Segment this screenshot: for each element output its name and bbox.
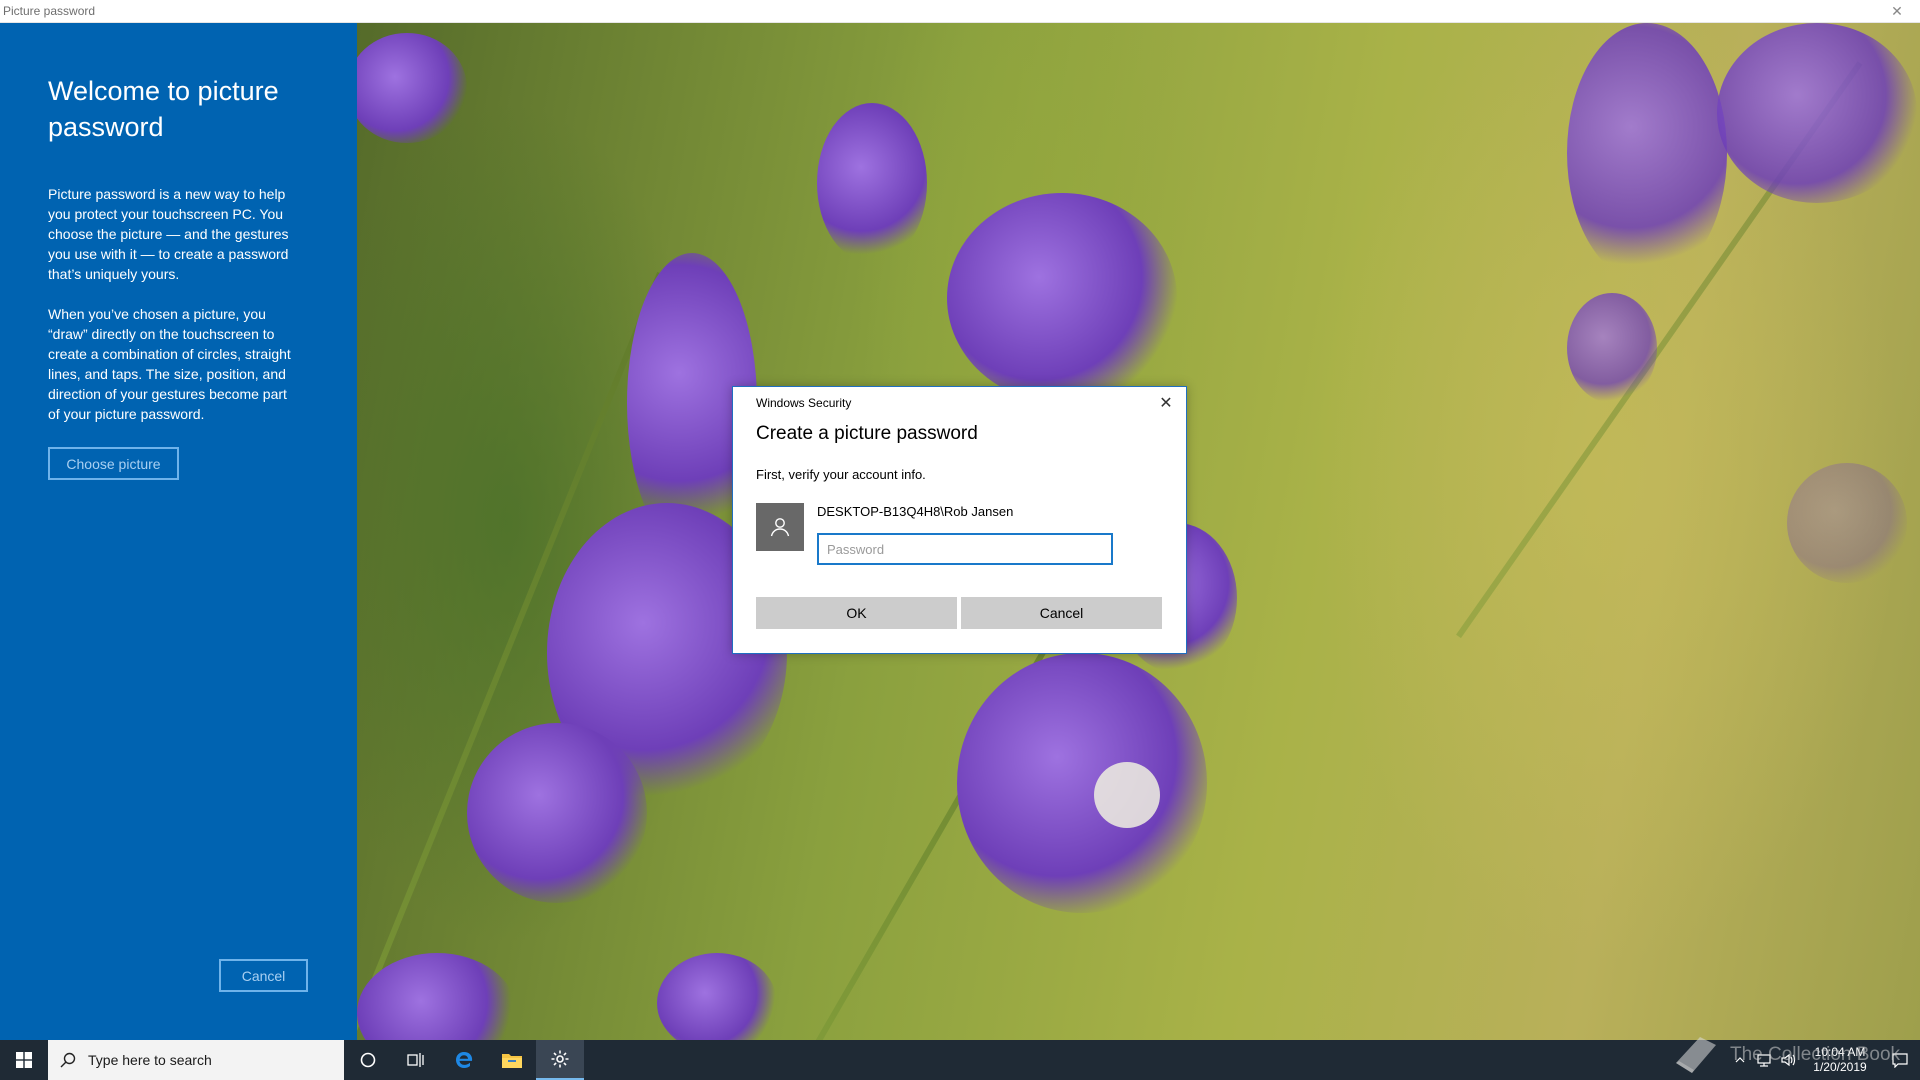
dialog-title: Windows Security xyxy=(756,396,852,410)
lavender-flower xyxy=(467,723,647,903)
search-placeholder: Type here to search xyxy=(88,1052,212,1068)
instructions-paragraph: When you’ve chosen a picture, you “draw”… xyxy=(48,306,291,422)
lavender-flower xyxy=(357,33,467,143)
dialog-close-button[interactable]: ✕ xyxy=(1156,393,1176,413)
choose-picture-button[interactable]: Choose picture xyxy=(48,447,179,480)
account-name: DESKTOP-B13Q4H8\Rob Jansen xyxy=(817,504,1014,519)
file-explorer-icon[interactable] xyxy=(488,1040,536,1080)
intro-paragraph: Picture password is a new way to help yo… xyxy=(48,186,289,282)
lavender-flower xyxy=(1717,23,1917,203)
lavender-flower xyxy=(1567,23,1727,283)
windows-logo-icon xyxy=(16,1052,32,1068)
taskbar-search-box[interactable]: Type here to search xyxy=(48,1040,344,1080)
window-title: Picture password xyxy=(3,4,96,18)
lavender-flower xyxy=(947,193,1177,403)
dialog-subtitle: First, verify your account info. xyxy=(756,467,926,482)
pane-cancel-button[interactable]: Cancel xyxy=(219,959,308,992)
cortana-icon[interactable] xyxy=(344,1040,392,1080)
lavender-flower xyxy=(1787,463,1907,583)
search-icon xyxy=(48,1052,88,1068)
touch-indicator xyxy=(1094,762,1160,828)
lavender-flower xyxy=(957,653,1207,913)
watermark-text: The Collection Book xyxy=(1730,1044,1901,1065)
lavender-flower xyxy=(657,953,777,1040)
taskbar: Type here to search 10:04 AM 1/20/2019 T… xyxy=(0,1037,1920,1080)
dialog-heading: Create a picture password xyxy=(756,423,978,444)
edge-icon[interactable] xyxy=(440,1040,488,1080)
watermark: The Collection Book xyxy=(1670,1030,1920,1080)
left-info-pane: Welcome to picture password Picture pass… xyxy=(0,23,357,1040)
window-titlebar: Picture password ✕ xyxy=(0,0,1920,23)
dialog-cancel-button[interactable]: Cancel xyxy=(961,597,1162,629)
user-icon xyxy=(756,503,804,551)
task-view-icon[interactable] xyxy=(392,1040,440,1080)
book-logo-icon xyxy=(1676,1037,1716,1073)
lavender-flower xyxy=(817,103,927,263)
windows-security-dialog: Windows Security ✕ Create a picture pass… xyxy=(732,386,1187,654)
window-close-button[interactable]: ✕ xyxy=(1874,0,1920,23)
password-input[interactable] xyxy=(817,533,1113,565)
settings-icon[interactable] xyxy=(536,1040,584,1080)
ok-button[interactable]: OK xyxy=(756,597,957,629)
lavender-flower xyxy=(1567,293,1657,403)
page-title: Welcome to picture password xyxy=(48,76,279,142)
start-button[interactable] xyxy=(0,1040,48,1080)
